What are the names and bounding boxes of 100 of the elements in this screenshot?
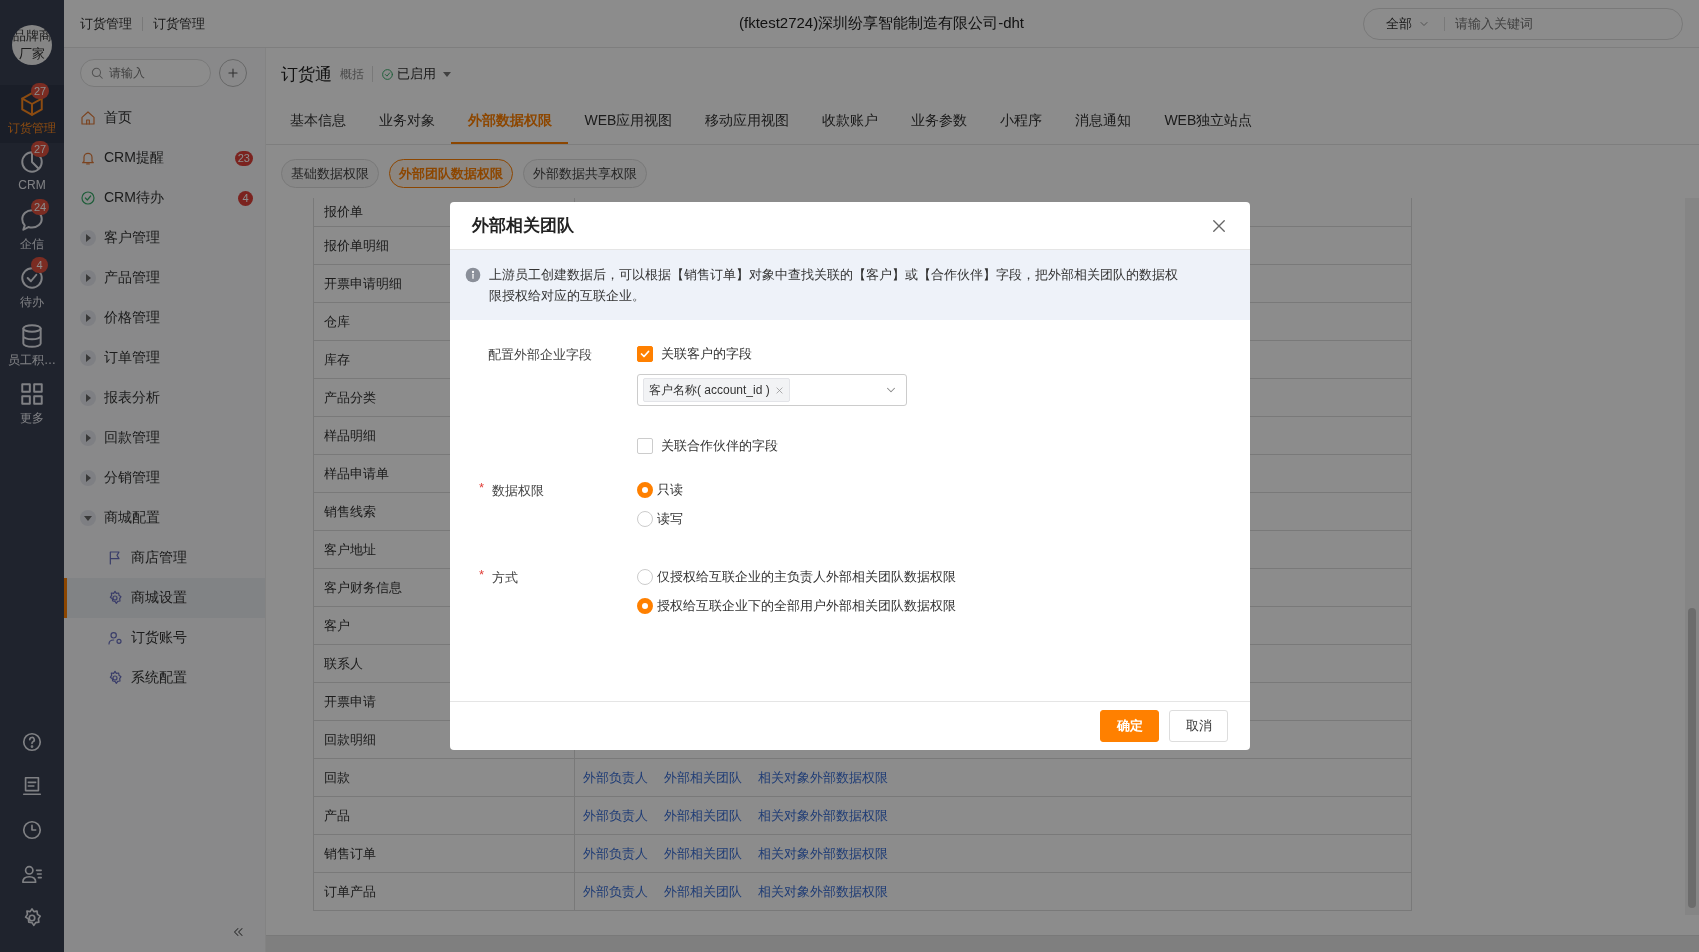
caret-right-icon <box>80 350 96 366</box>
search-icon <box>90 66 104 80</box>
bell-icon <box>80 150 96 166</box>
check-icon <box>639 348 651 360</box>
required-mark: * <box>477 567 484 582</box>
check-circle-icon <box>80 190 96 206</box>
tab[interactable]: 收款账户 <box>805 100 895 144</box>
table-link[interactable]: 外部相关团队 <box>664 806 742 825</box>
sidebar-subitem[interactable]: 商店管理 <box>64 538 265 578</box>
caret-right-icon <box>80 270 96 286</box>
table-link[interactable]: 外部相关团队 <box>664 882 742 901</box>
table-cell: 销售订单 <box>314 835 575 872</box>
table-link[interactable]: 外部相关团队 <box>664 768 742 787</box>
home-icon <box>80 110 96 126</box>
table-link[interactable]: 相关对象外部数据权限 <box>758 844 888 863</box>
sidebar-subitem[interactable]: 订货账号 <box>64 618 265 658</box>
table-link[interactable]: 外部相关团队 <box>664 844 742 863</box>
breadcrumb-link[interactable]: 订货管理 <box>153 14 205 33</box>
checkbox[interactable]: 关联客户的字段 <box>637 344 907 364</box>
cancel-button[interactable]: 取消 <box>1169 710 1228 742</box>
radio-button[interactable]: 读写 <box>637 509 683 529</box>
table-link[interactable]: 外部负责人 <box>583 768 648 787</box>
sidebar-group[interactable]: 回款管理 <box>64 418 265 458</box>
rail-nav-item[interactable]: 更多 <box>0 375 64 433</box>
sidebar-search-field[interactable]: 请输入 <box>80 59 211 87</box>
radio-button[interactable]: 仅授权给互联企业的主负责人外部相关团队数据权限 <box>637 567 956 587</box>
tab[interactable]: 业务对象 <box>362 100 451 144</box>
breadcrumb-link[interactable]: 订货管理 <box>80 14 132 33</box>
filter-pill[interactable]: 外部数据共享权限 <box>523 159 647 188</box>
scope-dropdown[interactable]: 全部 <box>1386 14 1430 33</box>
sidebar-group[interactable]: 产品管理 <box>64 258 265 298</box>
count-badge: 27 <box>31 141 50 157</box>
sidebar-group[interactable]: 价格管理 <box>64 298 265 338</box>
count-badge: 4 <box>31 257 48 273</box>
sidebar-item[interactable]: 首页 <box>64 98 265 138</box>
rail-nav-item[interactable]: 员工积… <box>0 317 64 375</box>
table-link[interactable]: 外部负责人 <box>583 806 648 825</box>
status-dropdown[interactable]: 已启用 <box>381 65 451 83</box>
tab[interactable]: 业务参数 <box>894 100 984 144</box>
table-link[interactable]: 相关对象外部数据权限 <box>758 768 888 787</box>
tab[interactable]: 消息通知 <box>1058 100 1148 144</box>
user-list-icon[interactable] <box>21 863 43 885</box>
multi-select-field[interactable]: 客户名称( account_id ) <box>637 374 907 406</box>
caret-right-icon <box>80 230 96 246</box>
caret-right-icon <box>80 430 96 446</box>
tab[interactable]: WEB应用视图 <box>568 100 689 144</box>
database-icon <box>19 323 45 349</box>
tab[interactable]: 移动应用视图 <box>688 100 806 144</box>
sidebar-subitem[interactable]: 商城设置 <box>64 578 265 618</box>
count-badge: 23 <box>234 150 253 166</box>
table-cell: 订单产品 <box>314 873 575 910</box>
table-link[interactable]: 相关对象外部数据权限 <box>758 806 888 825</box>
gear-icon <box>107 590 123 606</box>
table-link[interactable]: 相关对象外部数据权限 <box>758 882 888 901</box>
table-cell: 回款 <box>314 759 575 796</box>
sidebar-subitem[interactable]: 系统配置 <box>64 658 265 698</box>
summary-link[interactable]: 概括 <box>340 65 364 83</box>
table-link[interactable]: 外部负责人 <box>583 882 648 901</box>
filter-pill[interactable]: 基础数据权限 <box>281 159 379 188</box>
plus-icon <box>226 66 240 80</box>
table-link[interactable]: 外部负责人 <box>583 844 648 863</box>
help-icon[interactable] <box>21 731 43 753</box>
users-icon <box>107 630 123 646</box>
company-title: (fktest2724)深圳纷享智能制造有限公司-dht <box>738 14 1025 33</box>
rail-nav-item[interactable]: 27 订货管理 <box>0 85 64 143</box>
caret-down-icon <box>443 71 451 77</box>
clock-icon[interactable] <box>21 819 43 841</box>
radio-button[interactable]: 只读 <box>637 480 683 500</box>
grid-icon <box>19 381 45 407</box>
caret-right-icon <box>80 390 96 406</box>
rail-nav-item[interactable]: 24 企信 <box>0 201 64 259</box>
selected-tag[interactable]: 客户名称( account_id ) <box>643 378 790 402</box>
tab[interactable]: WEB独立站点 <box>1147 100 1269 144</box>
rail-nav-item[interactable]: 4 待办 <box>0 259 64 317</box>
count-badge: 27 <box>31 83 50 99</box>
sidebar-item[interactable]: CRM待办 4 <box>64 178 265 218</box>
app-name: 订货通 <box>281 63 332 86</box>
count-badge: 24 <box>31 199 50 215</box>
info-icon <box>465 267 481 283</box>
count-badge: 4 <box>238 190 253 206</box>
caret-right-icon <box>80 470 96 486</box>
tab[interactable]: 小程序 <box>983 100 1059 144</box>
caret-down-icon <box>80 510 96 526</box>
radio-button[interactable]: 授权给互联企业下的全部用户外部相关团队数据权限 <box>637 596 956 616</box>
double-chevron-left-icon[interactable] <box>231 925 245 939</box>
vertical-scrollbar[interactable] <box>1685 198 1699 915</box>
keyword-search-field[interactable]: 请输入关键词 <box>1453 15 1682 32</box>
tab[interactable]: 基本信息 <box>273 100 362 144</box>
table-cell: 产品 <box>314 797 575 834</box>
document-icon[interactable] <box>21 775 43 797</box>
required-mark: * <box>477 480 484 495</box>
sidebar-group[interactable]: 客户管理 <box>64 218 265 258</box>
sidebar-item[interactable]: CRM提醒 23 <box>64 138 265 178</box>
sidebar-group[interactable]: 商城配置 <box>64 498 265 538</box>
sidebar-group[interactable]: 订单管理 <box>64 338 265 378</box>
caret-right-icon <box>80 310 96 326</box>
sidebar-group[interactable]: 分销管理 <box>64 458 265 498</box>
check-circle-icon <box>381 67 394 81</box>
checkbox[interactable]: 关联合作伙伴的字段 <box>637 436 907 456</box>
sidebar-group[interactable]: 报表分析 <box>64 378 265 418</box>
